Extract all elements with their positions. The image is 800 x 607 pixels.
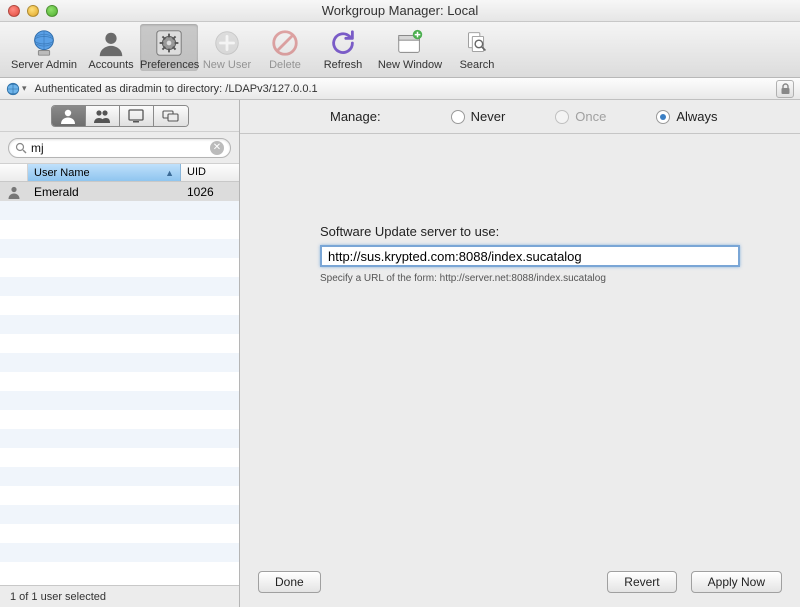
search-input[interactable]: mj ✕ [8, 138, 231, 158]
column-uid[interactable]: UID [181, 164, 239, 181]
lock-button[interactable] [776, 80, 794, 98]
su-server-url-input[interactable] [320, 245, 740, 267]
radio-icon [555, 110, 569, 124]
sidebar-status: 1 of 1 user selected [0, 585, 239, 607]
group-silhouette-icon [93, 108, 111, 124]
main-area: mj ✕ User Name ▲ UID Emerald 1026 [0, 100, 800, 607]
server-admin-label: Server Admin [11, 59, 77, 71]
window-controls [8, 5, 58, 17]
plus-circle-icon [198, 27, 256, 59]
groups-tab[interactable] [86, 106, 120, 126]
search-label: Search [460, 59, 495, 71]
column-username[interactable]: User Name ▲ [28, 164, 181, 181]
record-type-tabs [0, 100, 239, 132]
bottom-buttons: Done Revert Apply Now [240, 571, 800, 593]
accounts-button[interactable]: Accounts [82, 24, 140, 71]
person-icon [82, 27, 140, 59]
content-pane: Manage: Never Once Always Software Updat… [240, 100, 800, 607]
toolbar: Server Admin Accounts Preferences New Us… [0, 22, 800, 78]
manage-never-radio[interactable]: Never [451, 109, 506, 124]
user-silhouette-icon [59, 108, 77, 124]
magnifier-icon [15, 142, 27, 154]
radio-icon [451, 110, 465, 124]
new-user-label: New User [203, 59, 251, 71]
directory-dropdown-arrow[interactable]: ▾ [22, 83, 27, 94]
computers-tab[interactable] [120, 106, 154, 126]
su-server-label: Software Update server to use: [320, 224, 760, 239]
revert-button[interactable]: Revert [607, 571, 676, 593]
refresh-icon [314, 27, 372, 59]
done-button[interactable]: Done [258, 571, 321, 593]
delete-button: Delete [256, 24, 314, 71]
manage-once-radio: Once [555, 109, 606, 124]
sidebar: mj ✕ User Name ▲ UID Emerald 1026 [0, 100, 240, 607]
new-user-button: New User [198, 24, 256, 71]
table-row[interactable]: Emerald 1026 [0, 182, 239, 201]
gear-icon [140, 27, 198, 59]
minimize-window-button[interactable] [27, 5, 39, 17]
new-window-button[interactable]: New Window [372, 24, 448, 71]
manage-always-radio[interactable]: Always [656, 109, 717, 124]
users-tab[interactable] [52, 106, 86, 126]
globe-server-icon [6, 27, 82, 59]
lock-icon [780, 83, 791, 95]
manage-label: Manage: [330, 109, 381, 124]
row-uid: 1026 [181, 185, 239, 199]
radio-icon [656, 110, 670, 124]
refresh-label: Refresh [324, 59, 363, 71]
list-header: User Name ▲ UID [0, 164, 239, 182]
software-update-form: Software Update server to use: Specify a… [240, 134, 800, 284]
search-button[interactable]: Search [448, 24, 506, 71]
user-row-icon [7, 185, 21, 199]
clear-search-button[interactable]: ✕ [210, 141, 224, 155]
no-entry-icon [256, 27, 314, 59]
auth-text: Authenticated as diradmin to directory: … [35, 83, 318, 95]
preferences-button[interactable]: Preferences [140, 24, 198, 71]
computer-groups-tab[interactable] [154, 106, 188, 126]
row-name: Emerald [28, 185, 181, 199]
user-list: Emerald 1026 [0, 182, 239, 585]
refresh-button[interactable]: Refresh [314, 24, 372, 71]
server-admin-button[interactable]: Server Admin [6, 24, 82, 71]
new-window-label: New Window [378, 59, 442, 71]
delete-label: Delete [269, 59, 301, 71]
auth-bar: ▾ Authenticated as diradmin to directory… [0, 78, 800, 100]
new-window-icon [372, 27, 448, 59]
manage-row: Manage: Never Once Always [240, 100, 800, 134]
directory-globe-icon[interactable] [6, 82, 20, 96]
computer-group-icon [162, 108, 180, 124]
search-value: mj [31, 141, 44, 155]
apply-now-button[interactable]: Apply Now [691, 571, 782, 593]
window-title: Workgroup Manager: Local [322, 3, 479, 18]
preferences-label: Preferences [140, 59, 199, 71]
close-window-button[interactable] [8, 5, 20, 17]
su-server-hint: Specify a URL of the form: http://server… [320, 273, 760, 284]
title-bar: Workgroup Manager: Local [0, 0, 800, 22]
accounts-label: Accounts [88, 59, 133, 71]
search-documents-icon [448, 27, 506, 59]
search-row: mj ✕ [0, 132, 239, 164]
computer-icon [127, 108, 145, 124]
sort-indicator-icon: ▲ [165, 168, 174, 178]
zoom-window-button[interactable] [46, 5, 58, 17]
